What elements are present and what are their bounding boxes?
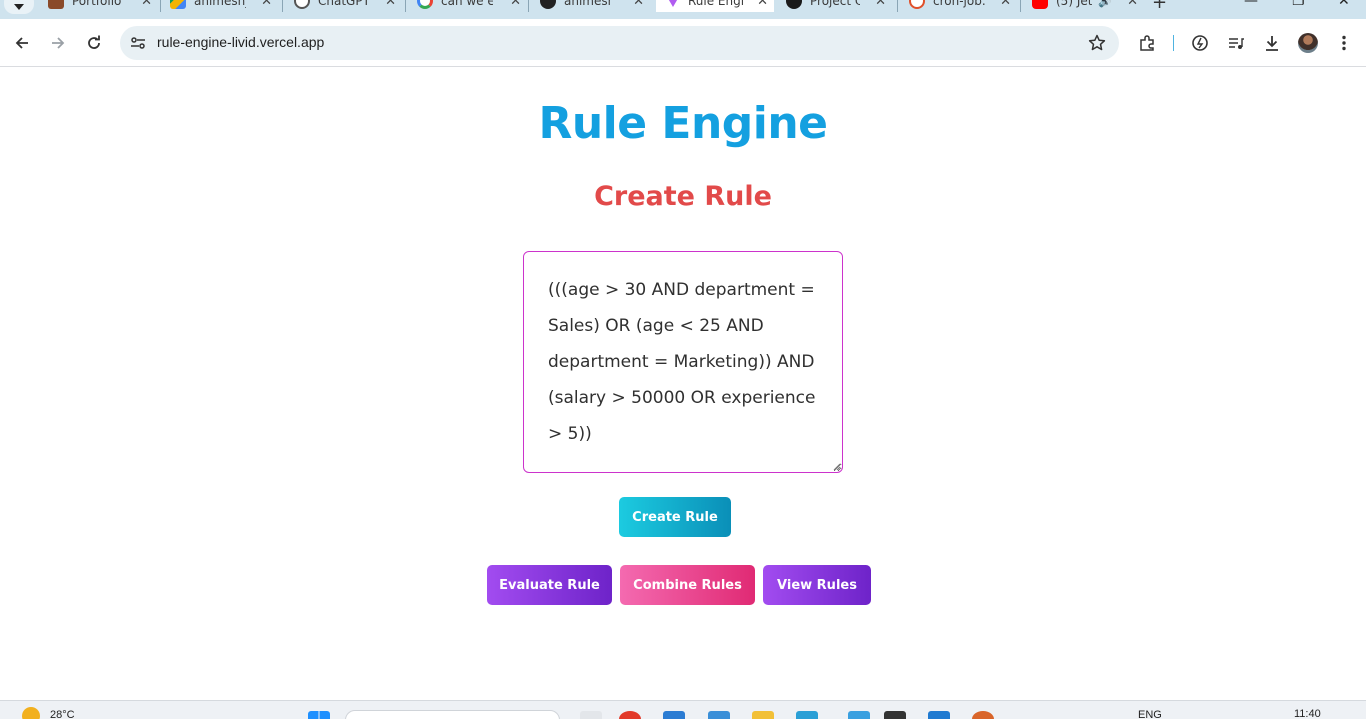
page-content: Rule Engine Create Rule (((age > 30 AND … (0, 68, 1366, 700)
reload-button[interactable] (83, 32, 105, 54)
site-info-icon[interactable] (128, 33, 148, 53)
page-title: Rule Engine (538, 98, 828, 149)
store-taskbar-icon[interactable] (796, 711, 818, 719)
chatgpt-favicon-icon (294, 0, 310, 9)
new-tab-button[interactable]: + (1152, 0, 1167, 13)
youtube-favicon-icon (1032, 0, 1048, 9)
file-explorer-icon[interactable] (752, 711, 774, 719)
tab-github[interactable]: animesh ✕ (540, 0, 650, 12)
windows-start-icon[interactable] (308, 711, 330, 719)
address-bar[interactable]: rule-engine-livid.vercel.app (120, 26, 1119, 60)
drive-favicon-icon (170, 0, 186, 9)
resize-handle-icon[interactable] (831, 461, 841, 471)
project-favicon-icon (786, 0, 802, 9)
toolbar-divider (1173, 35, 1174, 51)
minimize-button[interactable]: — (1244, 0, 1258, 9)
chrome-taskbar-icon[interactable] (619, 711, 641, 719)
close-icon[interactable]: ✕ (875, 0, 886, 9)
vscode-taskbar-icon[interactable] (928, 711, 950, 719)
reload-icon (88, 35, 100, 49)
app2-taskbar-icon[interactable] (848, 711, 870, 719)
tab-chatgpt[interactable]: ChatGPT ✕ (294, 0, 402, 12)
tab-rule-engine[interactable]: Rule Engin ✕ (656, 0, 774, 12)
performance-icon[interactable] (1189, 32, 1211, 54)
chevron-down-icon (14, 4, 24, 10)
arrow-left-icon (15, 37, 28, 49)
taskbar: 28°C ENG 11:40 (0, 700, 1366, 719)
cron-job-favicon-icon (909, 0, 925, 9)
terminal-taskbar-icon[interactable] (884, 711, 906, 719)
create-rule-button[interactable]: Create Rule (619, 497, 731, 537)
portfolio-favicon-icon (48, 0, 64, 9)
weather-temperature[interactable]: 28°C (50, 709, 75, 719)
google-favicon-icon (417, 0, 433, 9)
forward-button[interactable] (47, 32, 69, 54)
github-favicon-icon (540, 0, 556, 9)
download-icon[interactable] (1261, 32, 1283, 54)
close-icon[interactable]: ✕ (1000, 0, 1011, 9)
tab-cron-job[interactable]: cron-job.o ✕ (909, 0, 1017, 12)
tab-portfolio[interactable]: Portfolio ✕ (48, 0, 158, 12)
section-title: Create Rule (594, 181, 772, 212)
speaker-icon[interactable]: 🔊 (1098, 0, 1112, 8)
app3-taskbar-icon[interactable] (972, 711, 994, 719)
back-button[interactable] (11, 32, 33, 54)
tab-google-search[interactable]: can we ed ✕ (417, 0, 527, 12)
close-icon[interactable]: ✕ (1127, 0, 1138, 9)
teams-taskbar-icon[interactable] (663, 711, 685, 719)
url-text[interactable]: rule-engine-livid.vercel.app (157, 34, 324, 50)
rule-input[interactable]: (((age > 30 AND department = Sales) OR (… (523, 251, 843, 473)
tab-youtube[interactable]: (5) Jet 🔊 ✕ (1032, 0, 1144, 12)
browser-toolbar: rule-engine-livid.vercel.app (0, 19, 1366, 67)
close-icon[interactable]: ✕ (141, 0, 152, 9)
app-taskbar-icon[interactable] (708, 711, 730, 719)
clock[interactable]: 11:40 (1294, 708, 1321, 719)
close-icon[interactable]: ✕ (633, 0, 644, 9)
language-indicator[interactable]: ENG (1138, 709, 1162, 719)
combine-rules-button[interactable]: Combine Rules (620, 565, 755, 605)
more-menu-icon[interactable] (1333, 32, 1355, 54)
profile-avatar[interactable] (1298, 33, 1318, 53)
arrow-right-icon (52, 37, 65, 49)
vercel-favicon-icon (666, 0, 680, 7)
taskview-icon[interactable] (580, 711, 602, 719)
view-rules-button[interactable]: View Rules (763, 565, 871, 605)
tab-strip: Portfolio ✕ animesh_ ✕ ChatGPT ✕ can we … (0, 0, 1366, 19)
taskbar-search-box[interactable] (345, 710, 560, 719)
close-icon[interactable]: ✕ (261, 0, 272, 9)
close-icon[interactable]: ✕ (510, 0, 521, 9)
extensions-icon[interactable] (1136, 32, 1158, 54)
tab-animesh-drive[interactable]: animesh_ ✕ (170, 0, 278, 12)
bookmark-star-icon[interactable] (1087, 33, 1107, 53)
close-icon[interactable]: ✕ (385, 0, 396, 9)
close-window-button[interactable]: ✕ (1338, 0, 1350, 9)
tab-search-button[interactable] (4, 0, 34, 14)
restore-button[interactable]: ❐ (1292, 0, 1305, 9)
close-icon[interactable]: ✕ (757, 0, 768, 9)
tab-project[interactable]: Project O ✕ (786, 0, 892, 12)
media-control-icon[interactable] (1225, 32, 1247, 54)
evaluate-rule-button[interactable]: Evaluate Rule (487, 565, 612, 605)
weather-icon[interactable] (22, 707, 40, 719)
